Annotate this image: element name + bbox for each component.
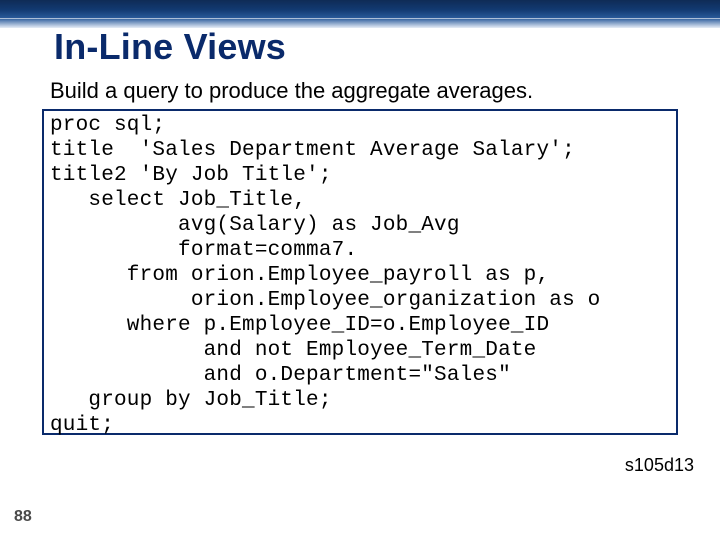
- header-line: [0, 18, 720, 19]
- slide: In-Line Views Build a query to produce t…: [0, 0, 720, 540]
- header-band: [0, 0, 720, 28]
- slide-reference: s105d13: [625, 455, 694, 476]
- slide-title: In-Line Views: [54, 26, 286, 68]
- page-number: 88: [14, 508, 32, 526]
- code-box: proc sql; title 'Sales Department Averag…: [42, 109, 678, 435]
- code-block: proc sql; title 'Sales Department Averag…: [50, 113, 670, 438]
- slide-subtitle: Build a query to produce the aggregate a…: [50, 78, 533, 104]
